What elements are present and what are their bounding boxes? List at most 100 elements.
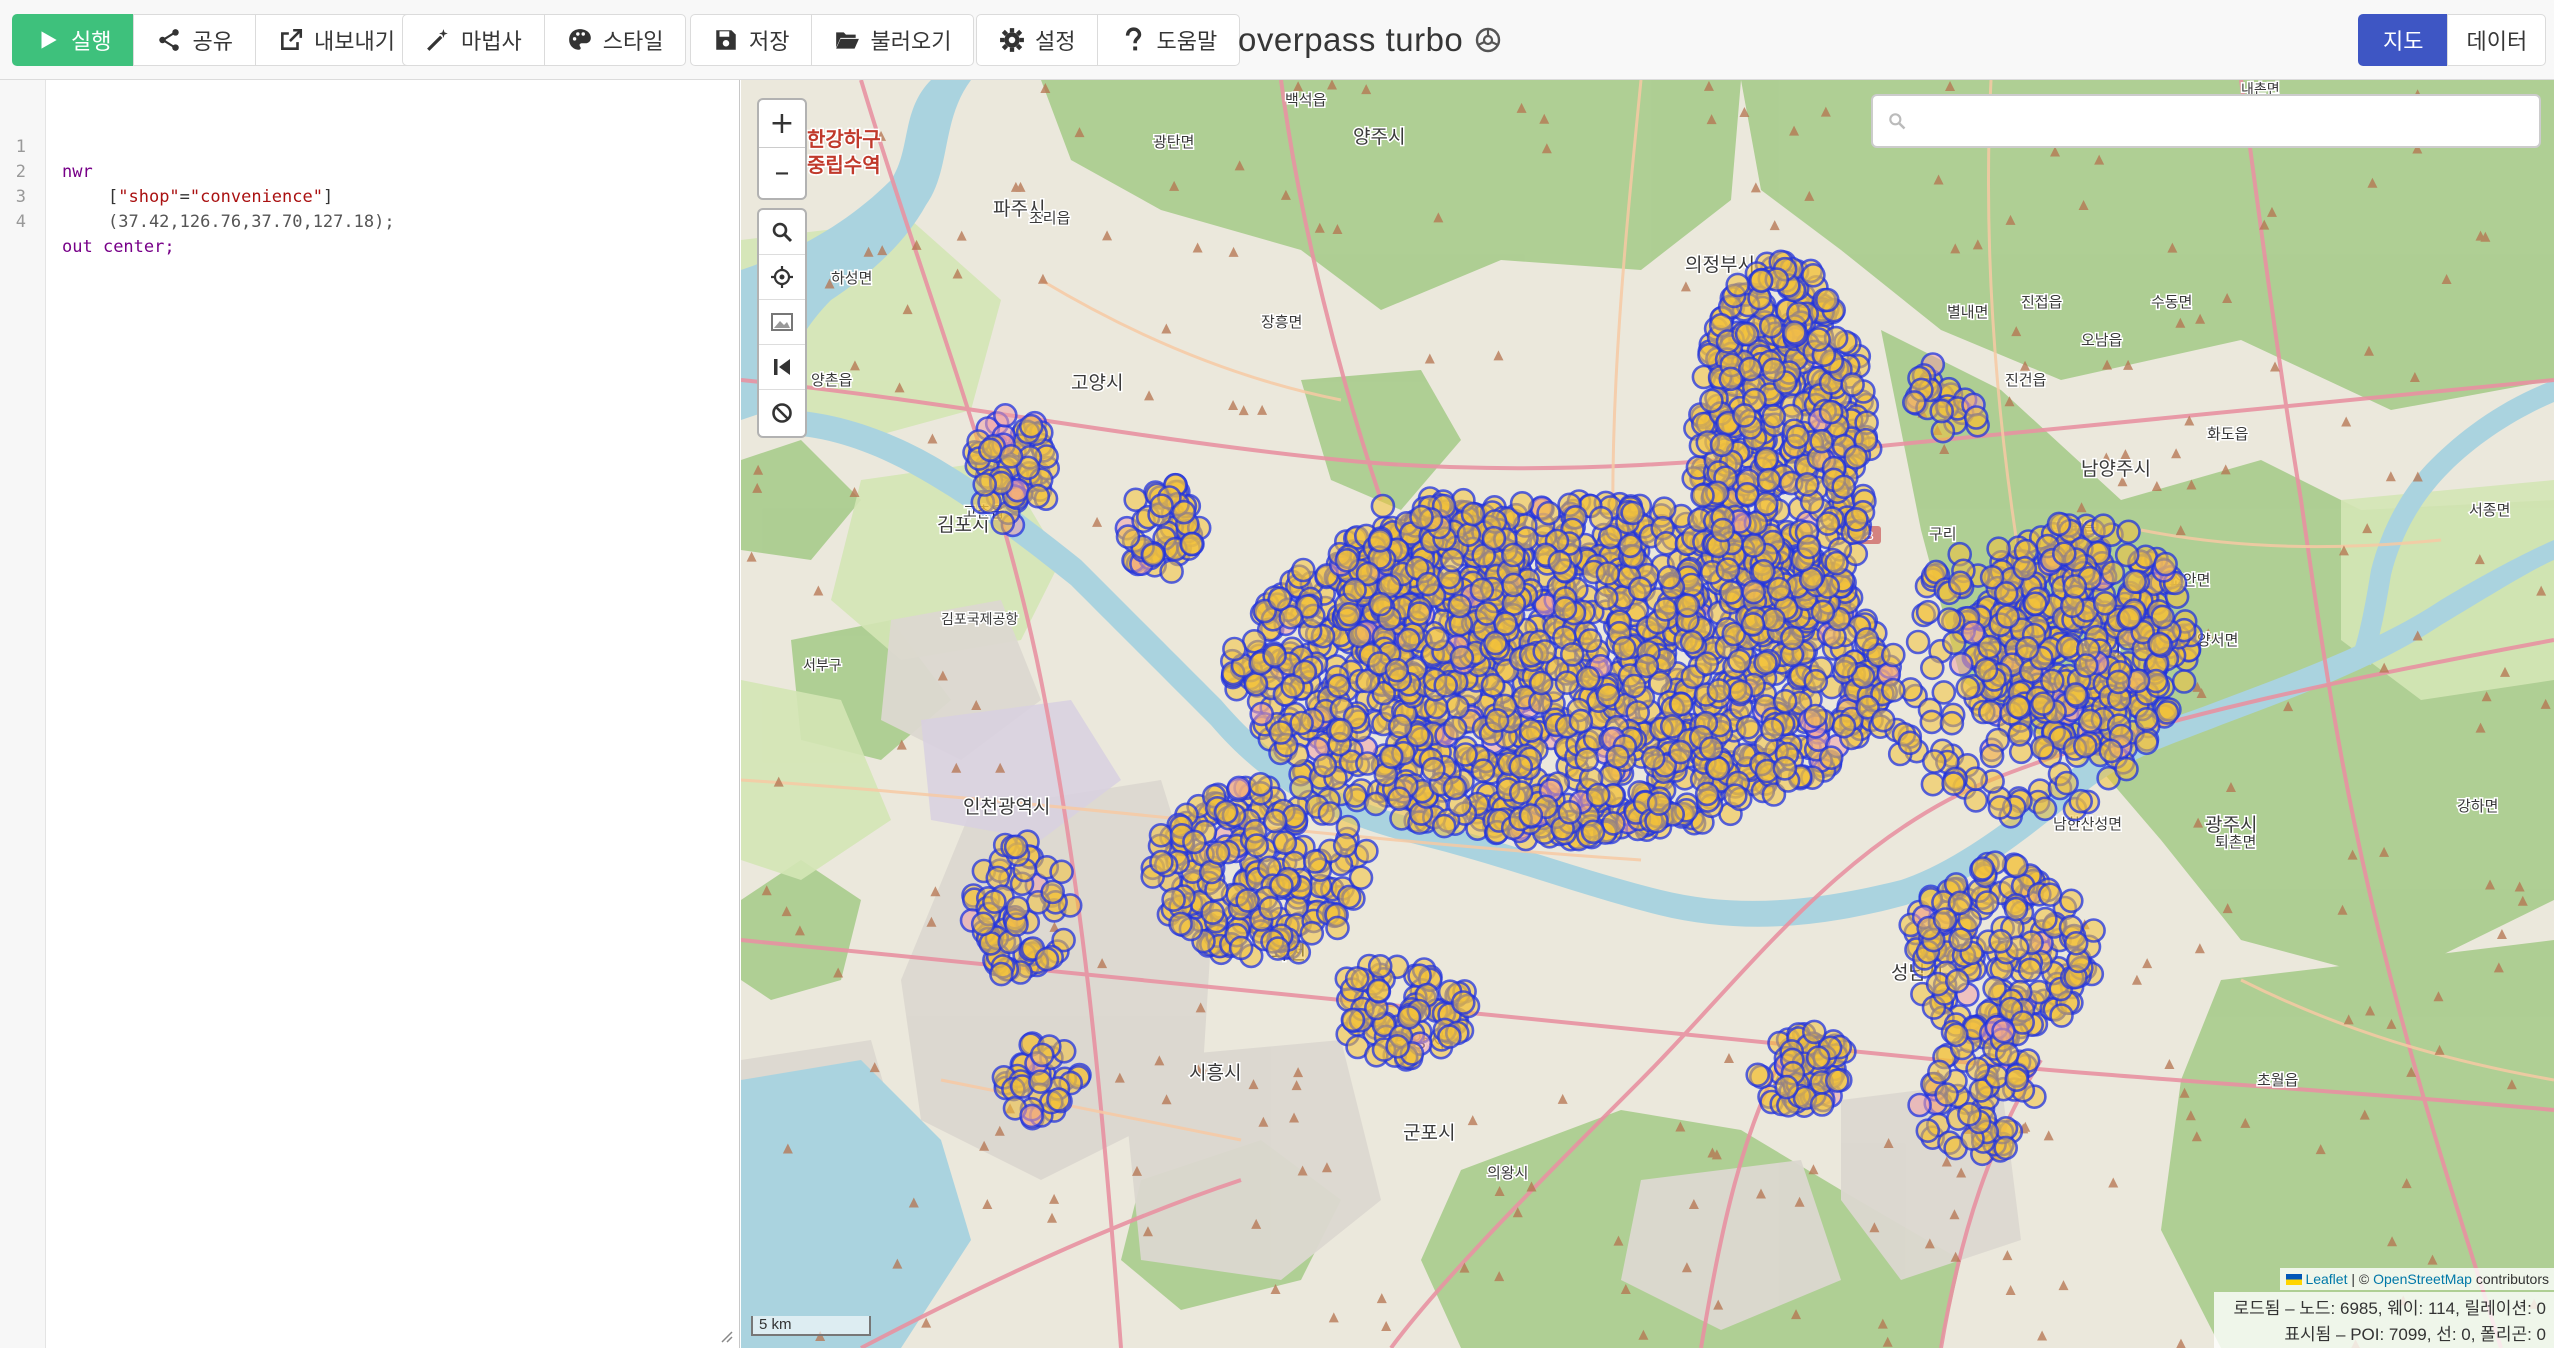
poi-marker[interactable] xyxy=(1939,710,1965,736)
poi-marker[interactable] xyxy=(1244,833,1270,858)
poi-marker[interactable] xyxy=(1480,672,1506,698)
poi-marker[interactable] xyxy=(1025,483,1051,509)
poi-marker[interactable] xyxy=(1536,500,1561,526)
poi-marker[interactable] xyxy=(1844,507,1869,532)
poi-marker[interactable] xyxy=(1937,607,1962,632)
poi-marker[interactable] xyxy=(1955,675,1980,701)
poi-marker[interactable] xyxy=(1046,1087,1071,1112)
poi-marker[interactable] xyxy=(2098,738,2124,764)
poi-marker[interactable] xyxy=(1640,745,1666,771)
osm-link[interactable]: OpenStreetMap xyxy=(2373,1271,2472,1287)
poi-marker[interactable] xyxy=(1728,679,1754,705)
poi-marker[interactable] xyxy=(1302,849,1328,874)
poi-marker[interactable] xyxy=(1568,708,1594,734)
poi-marker[interactable] xyxy=(1342,783,1368,808)
poi-marker[interactable] xyxy=(1722,783,1748,809)
poi-marker[interactable] xyxy=(1698,736,1724,761)
poi-marker[interactable] xyxy=(2012,555,2038,581)
poi-marker[interactable] xyxy=(2003,896,2029,922)
poi-marker[interactable] xyxy=(1508,780,1534,805)
poi-marker[interactable] xyxy=(1437,1024,1462,1049)
poi-marker[interactable] xyxy=(1431,813,1457,839)
poi-marker[interactable] xyxy=(1659,714,1685,739)
poi-marker[interactable] xyxy=(1675,593,1701,618)
locate-tool-button[interactable] xyxy=(759,255,805,300)
poi-marker[interactable] xyxy=(2171,669,2197,694)
poi-marker[interactable] xyxy=(1732,403,1757,428)
poi-marker[interactable] xyxy=(1617,533,1643,559)
poi-marker[interactable] xyxy=(972,472,997,497)
poi-marker[interactable] xyxy=(2004,1067,2029,1093)
export-image-tool-button[interactable] xyxy=(759,300,805,345)
poi-marker[interactable] xyxy=(1384,657,1410,683)
poi-marker[interactable] xyxy=(1806,327,1831,352)
poi-marker[interactable] xyxy=(1605,744,1630,770)
poi-marker[interactable] xyxy=(1740,612,1766,637)
poi-marker[interactable] xyxy=(1456,522,1482,548)
poi-marker[interactable] xyxy=(1554,670,1580,696)
poi-marker[interactable] xyxy=(1595,561,1621,586)
poi-marker[interactable] xyxy=(1235,888,1260,913)
poi-marker[interactable] xyxy=(1334,547,1360,573)
poi-marker[interactable] xyxy=(1831,713,1857,739)
poi-marker[interactable] xyxy=(1019,1103,1044,1129)
poi-marker[interactable] xyxy=(1753,650,1778,676)
poi-marker[interactable] xyxy=(1029,1042,1055,1068)
poi-marker[interactable] xyxy=(1734,321,1760,347)
poi-marker[interactable] xyxy=(1915,1118,1941,1143)
poi-marker[interactable] xyxy=(1049,859,1074,885)
poi-marker[interactable] xyxy=(1470,758,1496,784)
poi-marker[interactable] xyxy=(1627,576,1653,602)
help-button[interactable]: 도움말 xyxy=(1097,14,1241,66)
poi-marker[interactable] xyxy=(1919,709,1945,735)
poi-marker[interactable] xyxy=(1342,577,1367,603)
poi-marker[interactable] xyxy=(1715,557,1741,582)
poi-marker[interactable] xyxy=(1028,1069,1053,1095)
poi-marker[interactable] xyxy=(1995,604,2020,629)
poi-marker[interactable] xyxy=(1290,557,1316,583)
poi-marker[interactable] xyxy=(1751,558,1776,584)
poi-marker[interactable] xyxy=(1803,668,1829,694)
poi-marker[interactable] xyxy=(2023,591,2048,617)
poi-marker[interactable] xyxy=(1795,472,1820,497)
poi-marker[interactable] xyxy=(1818,745,1844,771)
poi-marker[interactable] xyxy=(2032,796,2058,822)
poi-marker[interactable] xyxy=(1694,781,1720,807)
poi-marker[interactable] xyxy=(2037,882,2063,908)
poi-marker[interactable] xyxy=(1994,1041,2020,1067)
poi-marker[interactable] xyxy=(1367,527,1393,553)
poi-marker[interactable] xyxy=(1149,849,1174,875)
poi-marker[interactable] xyxy=(1387,713,1413,739)
poi-marker[interactable] xyxy=(1741,533,1767,558)
poi-marker[interactable] xyxy=(1963,788,1989,813)
poi-marker[interactable] xyxy=(1363,791,1389,817)
poi-marker[interactable] xyxy=(1585,782,1611,808)
map-view[interactable]: 백석읍 양주시 광탄면 한강하구 중립수역 파주시 조리읍 의정부시 하성면 장흥면 별내면 진접읍 수… xyxy=(741,80,2554,1348)
poi-marker[interactable] xyxy=(1948,927,1973,953)
poi-marker[interactable] xyxy=(1299,920,1325,946)
poi-marker[interactable] xyxy=(2017,957,2043,983)
poi-marker[interactable] xyxy=(1326,673,1351,699)
poi-marker[interactable] xyxy=(1396,627,1421,653)
poi-marker[interactable] xyxy=(1509,490,1535,516)
poi-marker[interactable] xyxy=(1902,390,1927,415)
poi-marker[interactable] xyxy=(1815,287,1840,313)
poi-marker[interactable] xyxy=(1433,673,1459,698)
poi-marker[interactable] xyxy=(1289,775,1314,801)
poi-marker[interactable] xyxy=(1447,593,1472,619)
poi-marker[interactable] xyxy=(1758,313,1784,339)
poi-marker[interactable] xyxy=(1920,655,1945,681)
tab-map[interactable]: 지도 xyxy=(2358,14,2449,66)
poi-marker[interactable] xyxy=(2150,604,2175,630)
poi-marker[interactable] xyxy=(1557,799,1582,825)
poi-marker[interactable] xyxy=(2062,574,2088,599)
code-line-4[interactable]: 4 out center; xyxy=(0,185,175,257)
query-editor[interactable]: 1 nwr 2 ["shop"="convenience"] 3 (37.42,… xyxy=(0,80,740,1348)
poi-marker[interactable] xyxy=(1368,591,1393,617)
poi-marker[interactable] xyxy=(1945,968,1970,994)
poi-marker[interactable] xyxy=(1982,975,2007,1001)
poi-marker[interactable] xyxy=(1824,550,1849,576)
poi-marker[interactable] xyxy=(1450,990,1476,1015)
poi-marker[interactable] xyxy=(1228,935,1254,961)
poi-marker[interactable] xyxy=(2059,888,2084,914)
